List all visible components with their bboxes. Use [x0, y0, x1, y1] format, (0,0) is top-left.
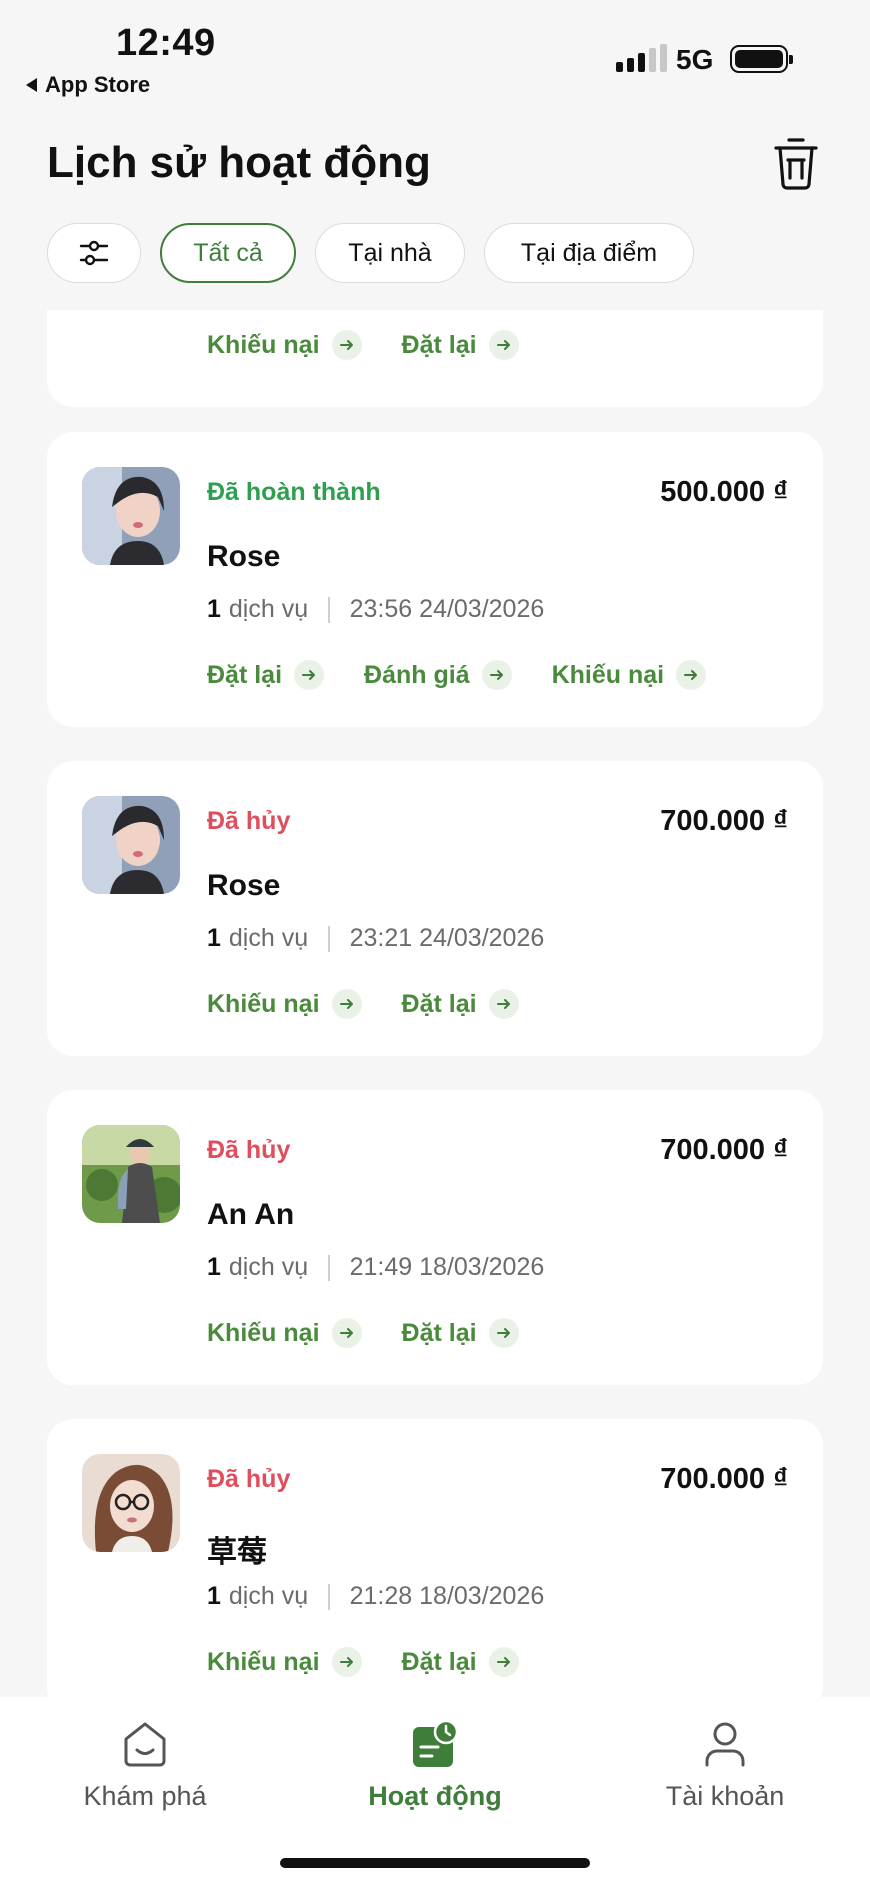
complain-button[interactable]: Khiếu nại — [207, 989, 362, 1019]
service-count: 1 — [207, 1253, 221, 1281]
page-title: Lịch sử hoạt động — [47, 138, 431, 187]
home-indicator — [280, 1858, 590, 1868]
divider — [328, 925, 330, 952]
booking-card[interactable]: Khiếu nại Đặt lại — [47, 310, 823, 407]
back-arrow-icon — [26, 78, 37, 92]
chip-all[interactable]: Tất cả — [160, 223, 296, 283]
activity-list[interactable]: Khiếu nại Đặt lại Đã hoàn thành 500.000 … — [0, 310, 870, 1697]
booking-card[interactable]: Đã hủy 700.000 ₫ An An 1 dịch vụ 21:49 1… — [47, 1090, 823, 1385]
booking-datetime: 23:56 24/03/2026 — [349, 595, 545, 623]
filter-button[interactable] — [47, 223, 141, 283]
arrow-right-icon — [488, 1318, 519, 1348]
service-label: dịch vụ — [228, 1253, 309, 1281]
arrow-right-icon — [488, 1647, 519, 1677]
service-count: 1 — [207, 595, 221, 623]
status-badge: Đã hoàn thành — [207, 478, 381, 506]
booking-datetime: 21:28 18/03/2026 — [349, 1582, 545, 1610]
nav-account[interactable]: Tài khoản — [625, 1719, 825, 1812]
rebook-button[interactable]: Đặt lại — [207, 660, 325, 690]
booking-price: 700.000 ₫ — [660, 805, 788, 837]
service-label: dịch vụ — [228, 1582, 309, 1610]
chip-at-home[interactable]: Tại nhà — [315, 223, 465, 283]
review-button[interactable]: Đánh giá — [364, 660, 512, 690]
back-to-app-store[interactable]: App Store — [26, 72, 150, 98]
provider-name: An An — [207, 1198, 295, 1231]
complain-button[interactable]: Khiếu nại — [207, 330, 362, 360]
divider — [328, 1583, 330, 1610]
sliders-icon — [79, 240, 109, 266]
rebook-button[interactable]: Đặt lại — [402, 989, 519, 1019]
battery-icon — [730, 45, 793, 73]
avatar — [82, 796, 180, 894]
bottom-nav: Khám phá Hoạt động Tài khoản — [0, 1697, 870, 1885]
service-label: dịch vụ — [228, 595, 309, 623]
service-count: 1 — [207, 1582, 221, 1610]
arrow-right-icon — [481, 660, 512, 690]
nav-activity-label: Hoạt động — [368, 1781, 502, 1811]
home-icon — [124, 1722, 166, 1767]
nav-explore[interactable]: Khám phá — [45, 1719, 245, 1812]
booking-meta: 1 dịch vụ 23:21 24/03/2026 — [207, 924, 544, 953]
activity-icon — [413, 1719, 459, 1767]
divider — [328, 596, 330, 623]
signal-icon — [616, 44, 667, 72]
arrow-right-icon — [676, 660, 707, 690]
divider — [328, 1254, 330, 1281]
avatar — [82, 467, 180, 565]
provider-name: 草莓 — [207, 1536, 267, 1569]
arrow-right-icon — [331, 989, 362, 1019]
nav-activity[interactable]: Hoạt động — [335, 1719, 535, 1812]
complain-button[interactable]: Khiếu nại — [552, 660, 707, 690]
booking-card[interactable]: Đã hoàn thành 500.000 ₫ Rose 1 dịch vụ 2… — [47, 432, 823, 727]
booking-datetime: 21:49 18/03/2026 — [349, 1253, 545, 1281]
status-badge: Đã hủy — [207, 1136, 291, 1164]
status-badge: Đã hủy — [207, 1465, 291, 1493]
provider-name: Rose — [207, 869, 281, 902]
booking-price: 500.000 ₫ — [660, 476, 788, 508]
avatar — [82, 1125, 180, 1223]
booking-meta: 1 dịch vụ 21:49 18/03/2026 — [207, 1253, 544, 1282]
user-icon — [705, 1722, 745, 1767]
trash-icon[interactable] — [772, 134, 820, 190]
arrow-right-icon — [331, 330, 362, 360]
complain-button[interactable]: Khiếu nại — [207, 1318, 362, 1348]
nav-account-label: Tài khoản — [665, 1781, 785, 1811]
avatar — [82, 1454, 180, 1552]
arrow-right-icon — [331, 1647, 362, 1677]
complain-button[interactable]: Khiếu nại — [207, 1647, 362, 1677]
rebook-button[interactable]: Đặt lại — [402, 1647, 519, 1677]
status-bar: 12:49 App Store 5G — [0, 0, 870, 110]
booking-meta: 1 dịch vụ 21:28 18/03/2026 — [207, 1582, 544, 1611]
filter-bar: Tất cả Tại nhà Tại địa điểm — [47, 223, 694, 283]
network-type: 5G — [676, 44, 714, 75]
booking-price: 700.000 ₫ — [660, 1134, 788, 1166]
rebook-button[interactable]: Đặt lại — [402, 330, 519, 360]
arrow-right-icon — [294, 660, 325, 690]
booking-datetime: 23:21 24/03/2026 — [349, 924, 545, 952]
rebook-button[interactable]: Đặt lại — [402, 1318, 519, 1348]
booking-meta: 1 dịch vụ 23:56 24/03/2026 — [207, 595, 544, 624]
booking-card[interactable]: Đã hủy 700.000 ₫ 草莓 1 dịch vụ 21:28 18/0… — [47, 1419, 823, 1697]
status-time: 12:49 — [116, 22, 216, 64]
back-app-label: App Store — [45, 72, 151, 97]
chip-at-venue[interactable]: Tại địa điểm — [484, 223, 694, 283]
status-badge: Đã hủy — [207, 807, 291, 835]
service-count: 1 — [207, 924, 221, 952]
arrow-right-icon — [488, 989, 519, 1019]
booking-price: 700.000 ₫ — [660, 1463, 788, 1495]
booking-card[interactable]: Đã hủy 700.000 ₫ Rose 1 dịch vụ 23:21 24… — [47, 761, 823, 1056]
service-label: dịch vụ — [228, 924, 309, 952]
arrow-right-icon — [331, 1318, 362, 1348]
arrow-right-icon — [488, 330, 519, 360]
nav-explore-label: Khám phá — [83, 1781, 207, 1811]
provider-name: Rose — [207, 540, 281, 573]
